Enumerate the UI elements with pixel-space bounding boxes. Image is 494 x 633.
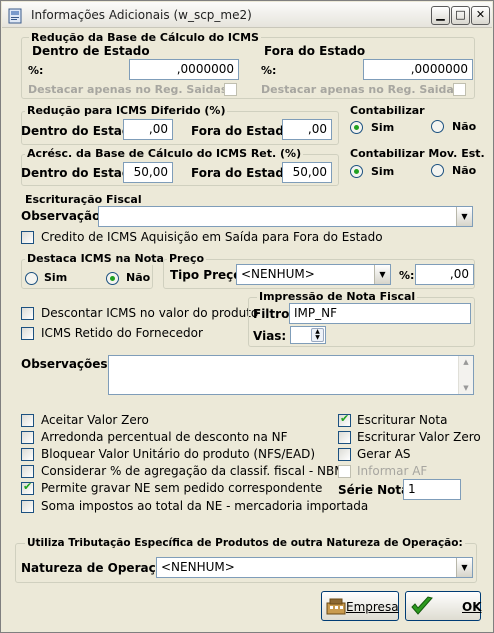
reducao-base-title: Redução da Base de Cálculo do ICMS [29, 31, 261, 44]
window-title: Informações Adicionais (w_scp_me2) [31, 8, 252, 22]
informar-af-checkbox[interactable] [338, 465, 351, 478]
descontar-icms-checkbox[interactable] [21, 307, 34, 320]
ok-button[interactable]: OK [405, 591, 482, 621]
dialog-window: Informações Adicionais (w_scp_me2) ▁ □ ✕… [0, 0, 494, 633]
spinner-arrows-icon[interactable]: ▲ ▼ [311, 328, 324, 342]
diferido-dentro-input[interactable]: ,00 [123, 119, 173, 140]
icms-retido-label: ICMS Retido do Fornecedor [41, 326, 203, 340]
observacoes-scrollbar[interactable]: ▲ ▼ [458, 356, 473, 394]
destacar-fora-checkbox[interactable] [453, 83, 466, 96]
preco-pct-label: %: [399, 269, 415, 282]
bloquear-valor-checkbox[interactable] [21, 448, 34, 461]
escriturar-nota-label: Escriturar Nota [357, 413, 448, 427]
preco-pct-input[interactable]: ,00 [415, 264, 474, 285]
dentro-estado-label: Dentro de Estado [32, 44, 150, 58]
arredonda-checkbox[interactable] [21, 431, 34, 444]
empresa-label: Empresa [346, 600, 399, 614]
maximize-icon: □ [455, 8, 466, 21]
credito-label: Credito de ICMS Aquisição em Saída para … [41, 230, 383, 244]
observacao-label: Observação : [21, 209, 110, 223]
aceitar-valor-zero-label: Aceitar Valor Zero [41, 413, 149, 427]
reducao-dentro-input[interactable]: ,0000000 [129, 59, 239, 80]
considerar-agregacao-label: Considerar % de agregação da classif. fi… [41, 464, 345, 478]
diferido-fora-input[interactable]: ,00 [282, 119, 332, 140]
soma-impostos-label: Soma impostos ao total da NE - mercadori… [41, 499, 369, 513]
contabilizar-mov-title: Contabilizar Mov. Est. [350, 147, 485, 160]
escriturar-nota-checkbox[interactable] [338, 412, 351, 427]
destaca-sim-radio[interactable] [25, 272, 38, 285]
gerar-as-label: Gerar AS [357, 447, 411, 461]
pct-fora-label: %: [261, 64, 277, 77]
destaca-title: Destaca ICMS na Nota [25, 252, 166, 265]
bloquear-valor-label: Bloquear Valor Unitário do produto (NFS/… [41, 447, 316, 461]
acrescimo-dentro-input[interactable]: 50,00 [123, 162, 173, 183]
empresa-button[interactable]: Empresa [321, 591, 399, 621]
checkmark-icon [411, 596, 433, 615]
minimize-button[interactable]: ▁ [431, 6, 450, 25]
natureza-dropdown[interactable]: <NENHUM> ▼ [156, 557, 473, 578]
contabilizar-mov-sim-radio[interactable] [350, 165, 363, 178]
informar-af-label: Informar AF [357, 464, 428, 478]
preco-title: Preço [167, 252, 207, 265]
ok-label: OK [462, 600, 482, 614]
contabilizar-nao-radio[interactable] [431, 120, 444, 133]
soma-impostos-checkbox[interactable] [21, 500, 34, 513]
destacar-fora-label: Destacar apenas no Reg. Saidas [261, 83, 461, 96]
diferido-title: Redução para ICMS Diferido (%) [25, 104, 228, 117]
destaca-sim-label: Sim [44, 271, 68, 284]
icms-retido-checkbox[interactable] [21, 327, 34, 340]
minimize-icon: ▁ [436, 8, 445, 21]
destacar-dentro-checkbox[interactable] [224, 83, 237, 96]
credito-checkbox[interactable] [21, 231, 34, 244]
escriturar-valor-zero-checkbox[interactable] [338, 431, 351, 444]
tipo-preco-dropdown[interactable]: <NENHUM> ▼ [236, 264, 391, 285]
close-icon: ✕ [475, 8, 486, 21]
pct-dentro-label: %: [28, 64, 44, 77]
gerar-as-checkbox[interactable] [338, 448, 351, 461]
tipo-preco-value: <NENHUM> [241, 267, 315, 281]
title-bar: Informações Adicionais (w_scp_me2) ▁ □ ✕ [2, 2, 492, 28]
reducao-fora-input[interactable]: ,0000000 [363, 59, 473, 80]
arredonda-label: Arredonda percentual de desconto na NF [41, 430, 288, 444]
serie-nota-input[interactable]: 1 [403, 479, 461, 500]
vias-spinner[interactable]: ▲ ▼ [290, 326, 326, 344]
observacoes-textarea[interactable]: ▲ ▼ [108, 355, 474, 395]
natureza-value: <NENHUM> [161, 560, 235, 574]
permite-gravar-checkbox[interactable] [21, 480, 34, 495]
filtro-input[interactable]: IMP_NF [289, 303, 471, 324]
building-icon [326, 598, 346, 615]
descontar-icms-label: Descontar ICMS no valor do produto [41, 306, 259, 320]
observacoes-label: Observações : [21, 357, 117, 371]
permite-gravar-label: Permite gravar NE sem pedido corresponde… [41, 481, 323, 495]
app-icon [8, 8, 22, 24]
contabilizar-mov-sim-label: Sim [371, 165, 395, 178]
considerar-agregacao-checkbox[interactable] [21, 465, 34, 478]
close-button[interactable]: ✕ [471, 6, 490, 25]
acrescimo-fora-input[interactable]: 50,00 [282, 162, 332, 183]
destaca-nao-radio[interactable] [106, 272, 119, 285]
escriturar-valor-zero-label: Escriturar Valor Zero [357, 430, 481, 444]
impressao-title: Impressão de Nota Fiscal [257, 290, 418, 303]
filtro-label: Filtro: [253, 307, 295, 321]
contabilizar-mov-nao-radio[interactable] [431, 164, 444, 177]
contabilizar-sim-label: Sim [371, 121, 395, 134]
contabilizar-nao-label: Não [452, 120, 477, 133]
destacar-dentro-label: Destacar apenas no Reg. Saidas [28, 83, 228, 96]
escrituracao-title: Escrituração Fiscal [25, 193, 142, 206]
acrescimo-title: Acrésc. da Base de Cálculo do ICMS Ret. … [25, 147, 304, 160]
contabilizar-sim-radio[interactable] [350, 121, 363, 134]
contabilizar-mov-nao-label: Não [452, 164, 477, 177]
vias-label: Vias: [253, 329, 287, 343]
tributacao-title: Utiliza Tributação Específica de Produto… [25, 537, 465, 549]
tipo-preco-label: Tipo Preço: [170, 268, 247, 282]
destaca-nao-label: Não [126, 271, 151, 284]
contabilizar-title: Contabilizar [350, 104, 425, 117]
chevron-down-icon[interactable]: ▼ [456, 207, 472, 226]
maximize-button[interactable]: □ [451, 6, 470, 25]
observacao-dropdown[interactable]: ▼ [98, 206, 473, 227]
chevron-down-icon[interactable]: ▼ [456, 558, 472, 577]
fora-estado-label: Fora do Estado [264, 44, 366, 58]
aceitar-valor-zero-checkbox[interactable] [21, 414, 34, 427]
chevron-down-icon[interactable]: ▼ [374, 265, 390, 284]
